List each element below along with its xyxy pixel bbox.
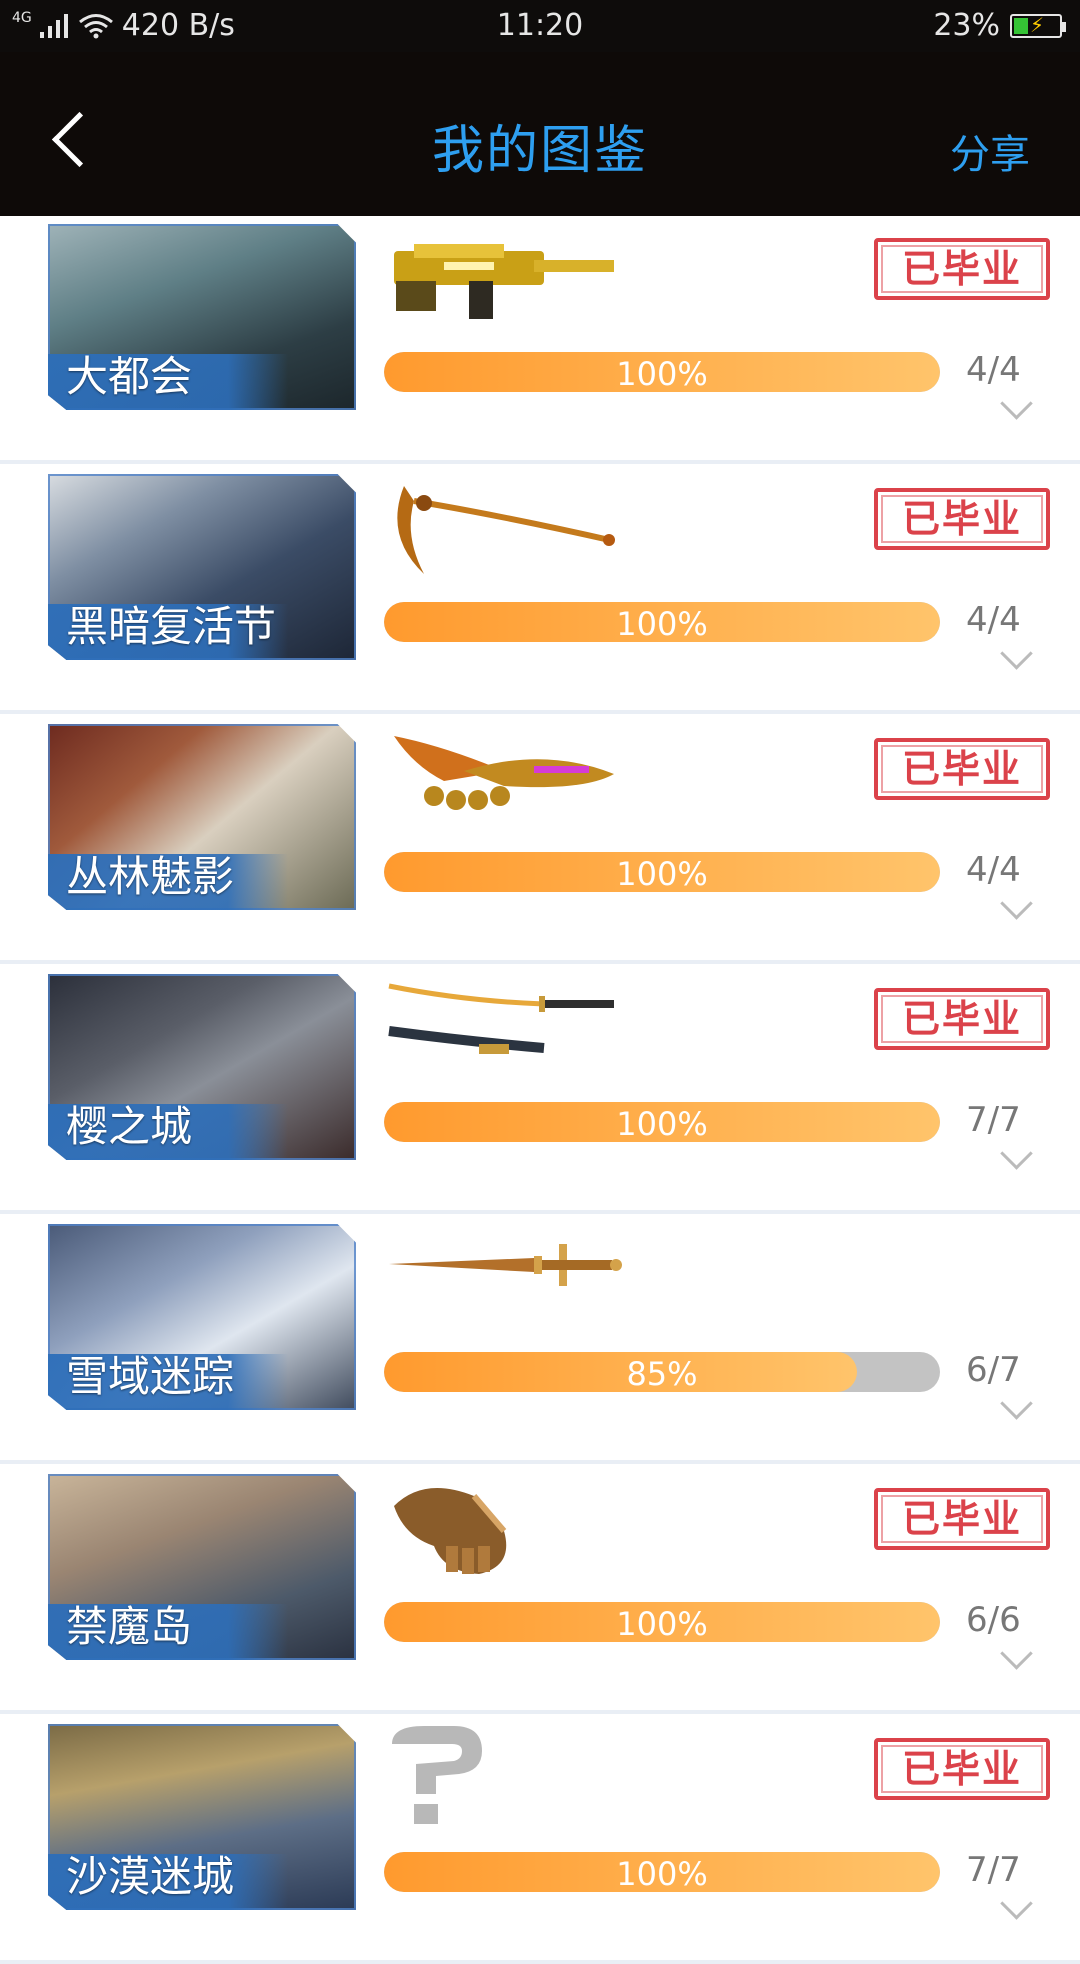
map-name: 雪域迷踪 bbox=[66, 1352, 235, 1401]
expand-chevron-icon[interactable] bbox=[1000, 1387, 1033, 1420]
progress-bar: 100% bbox=[384, 1602, 940, 1642]
progress-percent: 100% bbox=[616, 605, 708, 642]
collection-count: 7/7 bbox=[966, 1850, 1021, 1890]
graduated-stamp: 已毕业 bbox=[874, 1488, 1050, 1550]
map-name: 沙漠迷城 bbox=[66, 1852, 235, 1901]
collection-count: 7/7 bbox=[966, 1100, 1021, 1140]
progress-bar: 85% bbox=[384, 1352, 940, 1392]
map-cover-image: 禁魔岛 bbox=[48, 1474, 356, 1660]
map-name: 大都会 bbox=[66, 352, 193, 401]
map-name: 禁魔岛 bbox=[66, 1602, 193, 1651]
collection-count: 6/7 bbox=[966, 1350, 1021, 1390]
map-cover-image: 沙漠迷城 bbox=[48, 1724, 356, 1910]
map-cover-image: 黑暗复活节 bbox=[48, 474, 356, 660]
status-right: 23% ⚡ bbox=[933, 8, 1066, 43]
progress-percent: 100% bbox=[616, 355, 708, 392]
map-name: 丛林魅影 bbox=[66, 852, 235, 901]
collection-item[interactable]: 大都会 已毕业 100% 4/4 bbox=[0, 216, 1080, 464]
expand-chevron-icon[interactable] bbox=[1000, 1637, 1033, 1670]
battery-icon: ⚡ bbox=[1010, 13, 1066, 38]
graduated-stamp: 已毕业 bbox=[874, 988, 1050, 1050]
expand-chevron-icon[interactable] bbox=[1000, 1887, 1033, 1920]
title-bar: 我的图鉴 分享 bbox=[0, 52, 1080, 216]
progress-bar: 100% bbox=[384, 352, 940, 392]
graduated-stamp: 已毕业 bbox=[874, 738, 1050, 800]
map-cover-image: 樱之城 bbox=[48, 974, 356, 1160]
weapon-scythe-icon bbox=[384, 476, 624, 576]
collection-item[interactable]: 丛林魅影 已毕业 100% 4/4 bbox=[0, 716, 1080, 964]
map-cover-image: 丛林魅影 bbox=[48, 724, 356, 910]
progress-percent: 85% bbox=[626, 1355, 698, 1392]
map-name: 黑暗复活节 bbox=[66, 602, 277, 651]
graduated-stamp: 已毕业 bbox=[874, 238, 1050, 300]
map-cover-image: 大都会 bbox=[48, 224, 356, 410]
progress-percent: 100% bbox=[616, 1605, 708, 1642]
expand-chevron-icon[interactable] bbox=[1000, 637, 1033, 670]
expand-chevron-icon[interactable] bbox=[1000, 887, 1033, 920]
status-bar: 4G 420 B/s 11:20 23% ⚡ bbox=[0, 0, 1080, 52]
weapon-sword-icon bbox=[384, 1226, 624, 1326]
weapon-gold-rifle-icon bbox=[384, 226, 624, 326]
collection-count: 6/6 bbox=[966, 1600, 1021, 1640]
map-name: 樱之城 bbox=[66, 1102, 193, 1151]
progress-bar: 100% bbox=[384, 1102, 940, 1142]
map-cover-image: 雪域迷踪 bbox=[48, 1224, 356, 1410]
collection-count: 4/4 bbox=[966, 350, 1021, 390]
expand-chevron-icon[interactable] bbox=[1000, 387, 1033, 420]
progress-bar: 100% bbox=[384, 602, 940, 642]
collection-item[interactable]: 樱之城 已毕业 100% 7/7 bbox=[0, 966, 1080, 1214]
graduated-stamp: 已毕业 bbox=[874, 488, 1050, 550]
collection-item[interactable]: 沙漠迷城 已毕业 100% 7/7 bbox=[0, 1716, 1080, 1964]
battery-percent: 23% bbox=[933, 8, 1000, 43]
status-time: 11:20 bbox=[496, 8, 584, 43]
weapon-gauntlet-icon bbox=[384, 1476, 624, 1576]
progress-percent: 100% bbox=[616, 855, 708, 892]
page-title: 我的图鉴 bbox=[431, 121, 648, 181]
expand-chevron-icon[interactable] bbox=[1000, 1137, 1033, 1170]
weapon-knuckle-blade-icon bbox=[384, 726, 624, 826]
graduated-stamp: 已毕业 bbox=[874, 1738, 1050, 1800]
progress-percent: 100% bbox=[616, 1105, 708, 1142]
collection-count: 4/4 bbox=[966, 600, 1021, 640]
weapon-katana-icon bbox=[384, 976, 624, 1076]
share-button[interactable]: 分享 bbox=[950, 122, 1030, 180]
collection-item[interactable]: 黑暗复活节 已毕业 100% 4/4 bbox=[0, 466, 1080, 714]
weapon-unknown-question-mark-icon bbox=[384, 1726, 624, 1826]
collection-item[interactable]: 禁魔岛 已毕业 100% 6/6 bbox=[0, 1466, 1080, 1714]
progress-bar: 100% bbox=[384, 852, 940, 892]
collection-count: 4/4 bbox=[966, 850, 1021, 890]
progress-percent: 100% bbox=[616, 1855, 708, 1892]
progress-bar: 100% bbox=[384, 1852, 940, 1892]
collection-item[interactable]: 雪域迷踪 85% 6/7 bbox=[0, 1216, 1080, 1464]
